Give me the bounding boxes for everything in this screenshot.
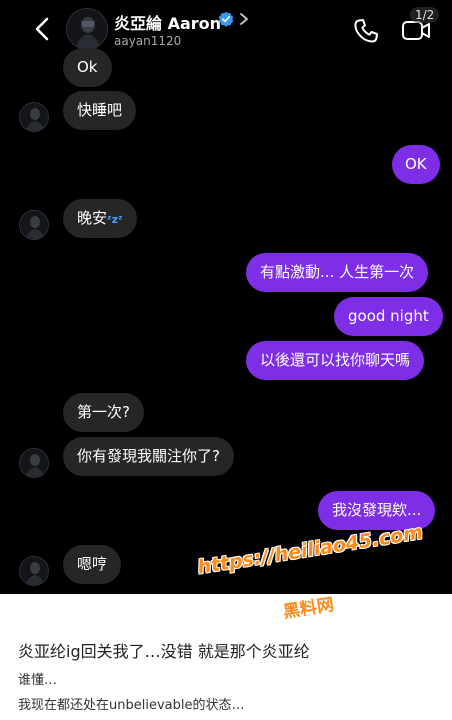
message-incoming: 晚安ᶻzᶻ <box>63 199 137 238</box>
contact-name[interactable]: 炎亞綸 Aaron <box>114 10 221 34</box>
message-incoming: 你有發現我關注你了? <box>63 437 234 476</box>
dm-thread: 炎亞綸 Aaron aayan1120 1/2 Ok 快睡吧 OK 晚安ᶻzᶻ … <box>0 0 452 594</box>
post-text-line: 我现在都还处在unbelievable的状态… <box>18 698 245 713</box>
sleep-zzz-icon: ᶻzᶻ <box>107 213 123 226</box>
chevron-right-icon[interactable] <box>238 11 250 27</box>
contact-handle: aayan1120 <box>114 34 182 48</box>
message-outgoing: OK <box>392 145 440 184</box>
message-incoming: Ok <box>63 48 112 87</box>
avatar <box>19 102 49 132</box>
page-indicator: 1/2 <box>410 7 440 23</box>
message-incoming: 快睡吧 <box>63 91 137 130</box>
post-title: 炎亚纶ig回关我了…没错 就是那个炎亚纶 <box>18 642 310 661</box>
post-caption: 炎亚纶ig回关我了…没错 就是那个炎亚纶 谁懂… 我现在都还处在unbeliev… <box>0 594 452 720</box>
message-text: 晚安 <box>77 209 108 227</box>
verified-badge-icon <box>218 11 234 27</box>
post-text-line: 谁懂… <box>18 673 58 688</box>
back-arrow-icon[interactable] <box>28 14 58 44</box>
message-incoming: 嗯哼 <box>63 545 122 584</box>
avatar <box>19 210 49 240</box>
phone-icon[interactable] <box>352 17 380 45</box>
avatar[interactable] <box>66 8 108 50</box>
message-outgoing: 以後還可以找你聊天嗎 <box>246 341 425 380</box>
message-outgoing: 有點激動... 人生第一次 <box>246 253 429 292</box>
message-incoming: 第一次? <box>63 393 144 432</box>
message-outgoing: good night <box>334 297 443 336</box>
avatar <box>19 556 49 586</box>
avatar <box>19 448 49 478</box>
